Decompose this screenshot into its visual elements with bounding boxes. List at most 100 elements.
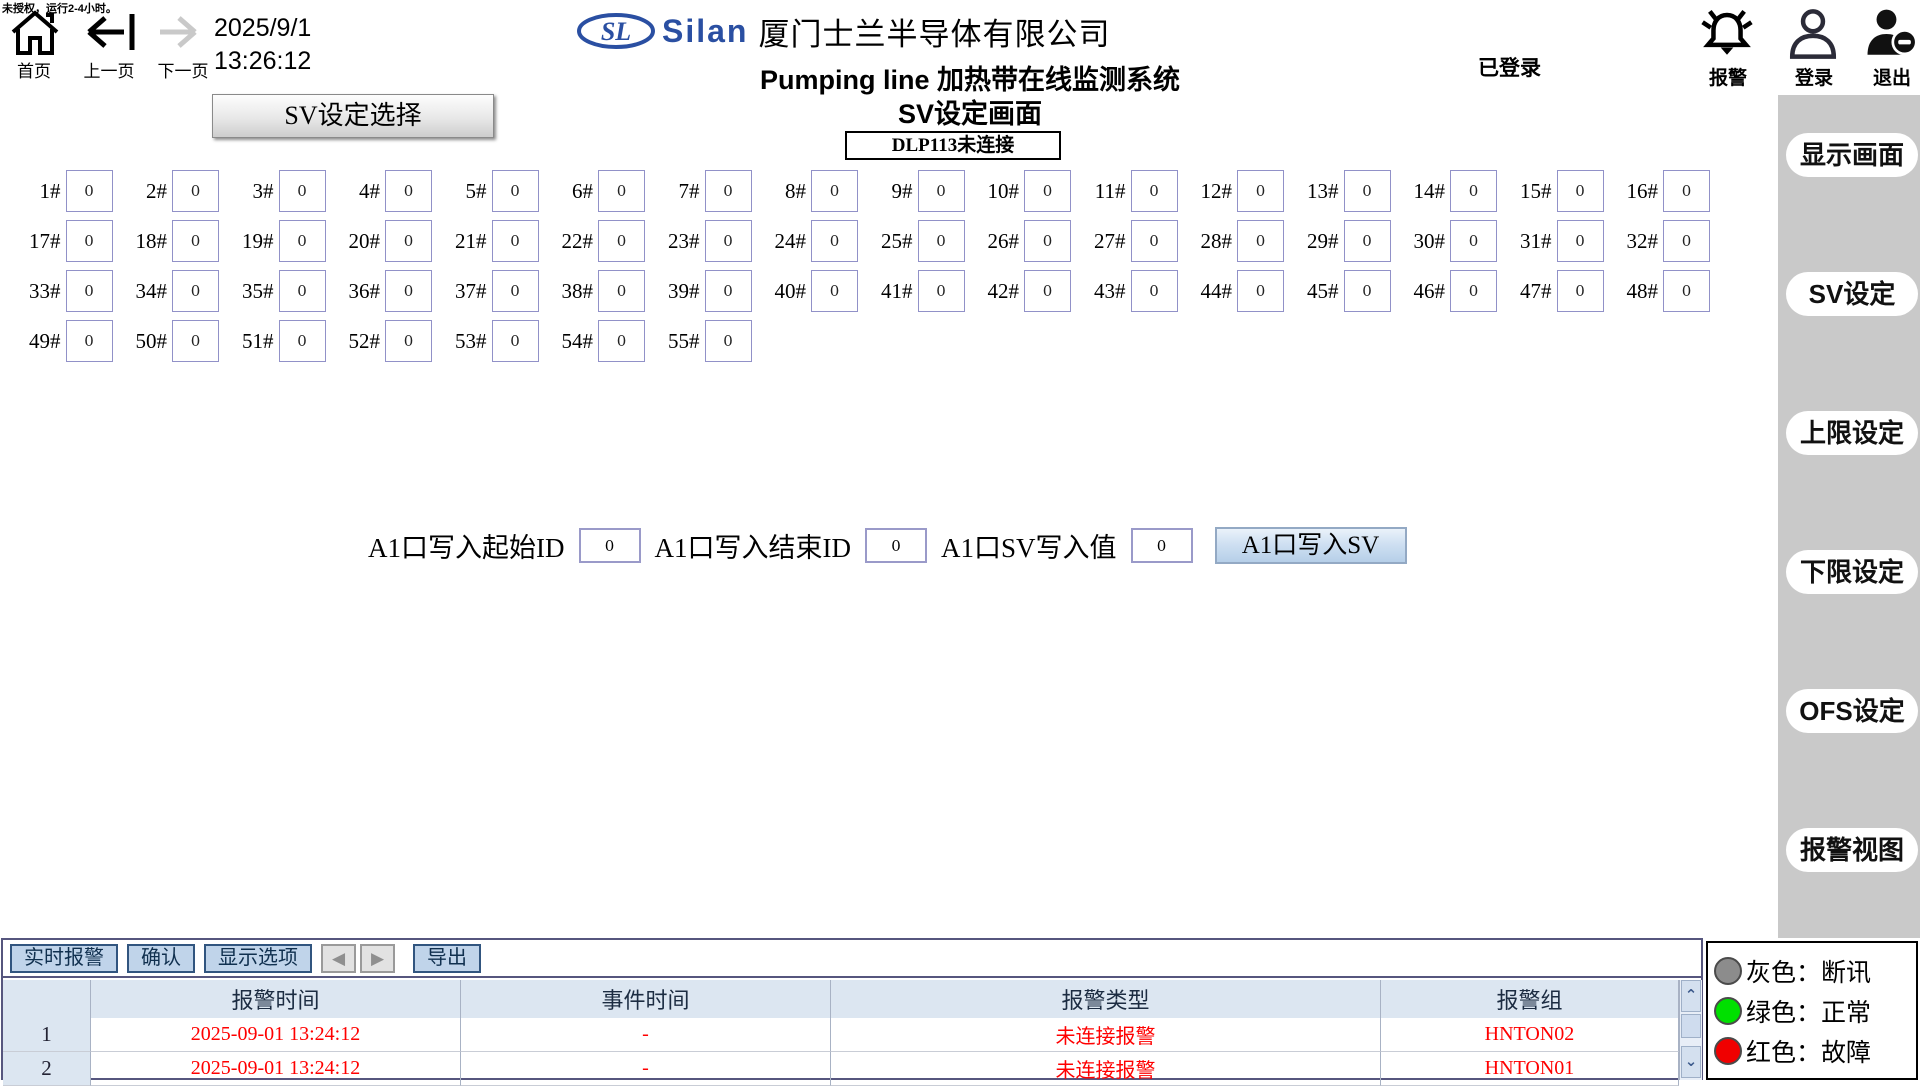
channel-sv-input[interactable]: 0 <box>279 270 326 312</box>
channel-sv-input[interactable]: 0 <box>492 320 539 362</box>
channel-sv-input[interactable]: 0 <box>492 220 539 262</box>
channel-sv-input[interactable]: 0 <box>279 170 326 212</box>
channel-sv-input[interactable]: 0 <box>66 270 113 312</box>
channel-sv-input[interactable]: 0 <box>918 270 965 312</box>
a1-sv-value-input[interactable]: 0 <box>1131 528 1193 563</box>
channel-sv-input[interactable]: 0 <box>918 170 965 212</box>
channel-sv-input[interactable]: 0 <box>1557 270 1604 312</box>
alarm-cell-no: 2 <box>3 1052 91 1086</box>
channel-sv-input[interactable]: 0 <box>811 270 858 312</box>
channel-sv-input[interactable]: 0 <box>1344 270 1391 312</box>
export-button[interactable]: 导出 <box>413 944 481 973</box>
channel-label: 28# <box>1178 229 1238 254</box>
channel-sv-input[interactable]: 0 <box>598 220 645 262</box>
channel-sv-input[interactable]: 0 <box>705 270 752 312</box>
channel-sv-input[interactable]: 0 <box>1450 270 1497 312</box>
channel-cell: 48#0 <box>1604 266 1711 316</box>
channel-sv-input[interactable]: 0 <box>66 320 113 362</box>
channel-sv-input[interactable]: 0 <box>279 320 326 362</box>
a1-start-id-input[interactable]: 0 <box>579 528 641 563</box>
page-prev-icon[interactable]: ◀ <box>321 944 356 973</box>
channel-sv-input[interactable]: 0 <box>1450 170 1497 212</box>
display-options-button[interactable]: 显示选项 <box>204 944 312 973</box>
sv-select-button[interactable]: SV设定选择 <box>212 94 494 138</box>
channel-sv-input[interactable]: 0 <box>1024 270 1071 312</box>
channel-sv-input[interactable]: 0 <box>598 270 645 312</box>
alarm-cell-evt: - <box>461 1018 831 1052</box>
login-label: 登录 <box>1784 63 1844 90</box>
channel-sv-input[interactable]: 0 <box>385 320 432 362</box>
channel-sv-input[interactable]: 0 <box>385 270 432 312</box>
channel-label: 9# <box>858 179 918 204</box>
home-icon[interactable] <box>8 8 62 56</box>
alarm-table-scrollbar[interactable]: ⌃ ⌄ <box>1679 980 1702 1080</box>
channel-cell: 36#0 <box>326 266 433 316</box>
channel-sv-input[interactable]: 0 <box>1237 220 1284 262</box>
channel-sv-input[interactable]: 0 <box>1024 170 1071 212</box>
channel-label: 27# <box>1071 229 1131 254</box>
scroll-up-icon[interactable]: ⌃ <box>1681 980 1701 1012</box>
alarm-bell-icon[interactable] <box>1698 6 1756 62</box>
channel-sv-input[interactable]: 0 <box>172 270 219 312</box>
sidebar-item-1[interactable]: 显示画面 <box>1786 133 1918 177</box>
channel-sv-input[interactable]: 0 <box>598 320 645 362</box>
channel-sv-input[interactable]: 0 <box>1663 170 1710 212</box>
sidebar-item-3[interactable]: 上限设定 <box>1786 411 1918 455</box>
channel-label: 30# <box>1391 229 1451 254</box>
channel-sv-input[interactable]: 0 <box>492 170 539 212</box>
channel-sv-input[interactable]: 0 <box>1131 220 1178 262</box>
scroll-thumb[interactable] <box>1681 1014 1701 1038</box>
login-user-icon[interactable] <box>1784 6 1842 62</box>
channel-sv-input[interactable]: 0 <box>66 170 113 212</box>
page-next-icon[interactable]: ▶ <box>360 944 395 973</box>
next-page-icon[interactable] <box>152 10 212 56</box>
sidebar-item-6[interactable]: 报警视图 <box>1786 828 1918 872</box>
channel-sv-input[interactable]: 0 <box>918 220 965 262</box>
channel-sv-input[interactable]: 0 <box>279 220 326 262</box>
sidebar-item-4[interactable]: 下限设定 <box>1786 550 1918 594</box>
channel-sv-input[interactable]: 0 <box>1344 220 1391 262</box>
logout-user-icon[interactable] <box>1862 6 1920 62</box>
a1-write-sv-button[interactable]: A1口写入SV <box>1215 527 1407 564</box>
channel-label: 26# <box>965 229 1025 254</box>
channel-sv-input[interactable]: 0 <box>492 270 539 312</box>
channel-sv-input[interactable]: 0 <box>172 320 219 362</box>
channel-sv-input[interactable]: 0 <box>1450 220 1497 262</box>
channel-sv-input[interactable]: 0 <box>1663 220 1710 262</box>
a1-end-id-input[interactable]: 0 <box>865 528 927 563</box>
confirm-button[interactable]: 确认 <box>127 944 195 973</box>
scroll-down-icon[interactable]: ⌄ <box>1681 1046 1701 1078</box>
sidebar-item-2[interactable]: SV设定 <box>1786 272 1918 316</box>
sidebar-item-5[interactable]: OFS设定 <box>1786 689 1918 733</box>
legend-label: 绿色：正常 <box>1746 993 1871 1029</box>
channel-sv-input[interactable]: 0 <box>1557 170 1604 212</box>
channel-cell: 24#0 <box>752 216 859 266</box>
alarm-table-row[interactable]: 22025-09-01 13:24:12-未连接报警HNTON01 <box>3 1052 1679 1086</box>
channel-sv-input[interactable]: 0 <box>385 170 432 212</box>
channel-sv-input[interactable]: 0 <box>705 220 752 262</box>
channel-label: 46# <box>1391 279 1451 304</box>
realtime-alarm-button[interactable]: 实时报警 <box>10 944 118 973</box>
previous-page-icon[interactable] <box>82 10 142 56</box>
alarm-table-header: 报警时间 <box>91 980 461 1018</box>
channel-sv-input[interactable]: 0 <box>1131 170 1178 212</box>
channel-sv-input[interactable]: 0 <box>1024 220 1071 262</box>
channel-sv-input[interactable]: 0 <box>811 170 858 212</box>
alarm-table-row[interactable]: 12025-09-01 13:24:12-未连接报警HNTON02 <box>3 1018 1679 1052</box>
channel-sv-input[interactable]: 0 <box>1237 170 1284 212</box>
channel-sv-input[interactable]: 0 <box>172 220 219 262</box>
channel-sv-input[interactable]: 0 <box>66 220 113 262</box>
channel-label: 7# <box>645 179 705 204</box>
device-status-box: DLP113未连接 <box>845 131 1061 160</box>
channel-sv-input[interactable]: 0 <box>1237 270 1284 312</box>
channel-sv-input[interactable]: 0 <box>598 170 645 212</box>
channel-sv-input[interactable]: 0 <box>1557 220 1604 262</box>
channel-sv-input[interactable]: 0 <box>811 220 858 262</box>
channel-sv-input[interactable]: 0 <box>1344 170 1391 212</box>
channel-sv-input[interactable]: 0 <box>1663 270 1710 312</box>
channel-sv-input[interactable]: 0 <box>705 170 752 212</box>
channel-sv-input[interactable]: 0 <box>1131 270 1178 312</box>
channel-sv-input[interactable]: 0 <box>385 220 432 262</box>
channel-sv-input[interactable]: 0 <box>705 320 752 362</box>
channel-sv-input[interactable]: 0 <box>172 170 219 212</box>
